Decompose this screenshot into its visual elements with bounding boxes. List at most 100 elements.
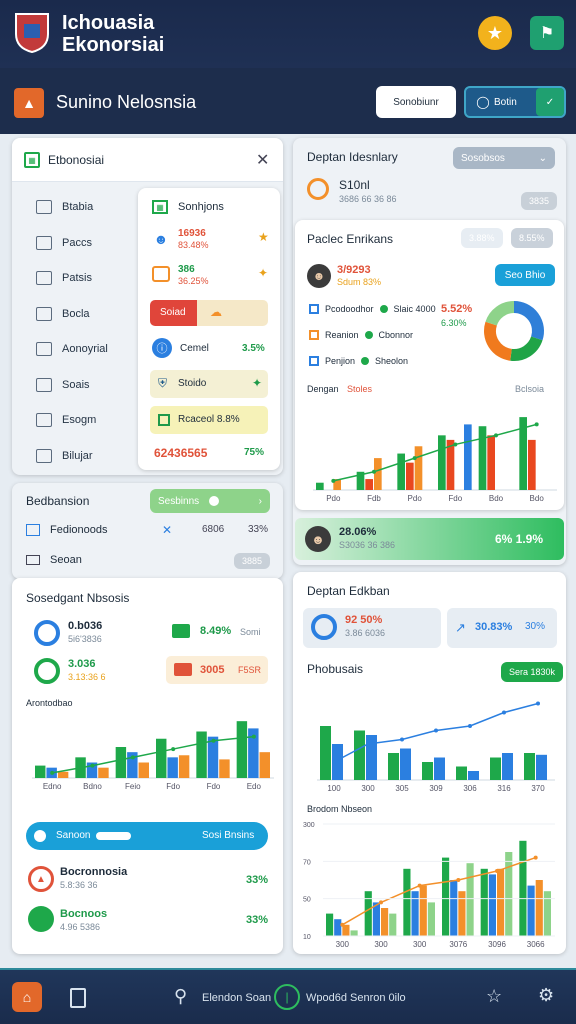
legend-item: Reanion Cbonnor [309,330,439,340]
bar [487,435,495,490]
panel-row-pct: 3.5% [242,343,265,354]
sidebar-item-label: Btabia [62,200,94,213]
panel-row-3[interactable]: Soiad ☁ [150,300,268,326]
bar [466,863,474,936]
trend-point [130,755,135,760]
kpi-value: 92 50% [345,614,383,626]
trend-point [468,724,472,728]
toggle-button[interactable]: ◯ Botin ✓ [464,86,566,118]
close-icon[interactable]: ✕ [162,523,172,537]
footer-right: 6% 1.9% [495,532,544,546]
sidebar-item[interactable]: Patsis [36,271,92,285]
ring-icon [34,658,60,684]
hero-value: 3/9293 [337,264,371,276]
bar [35,765,46,778]
panel-row-1[interactable]: ☻ 16936 83.48% ★ [150,228,270,256]
ring-icon [34,620,60,646]
footer-value: 28.06% [339,526,377,538]
bar [350,930,358,936]
kpi-card-2[interactable]: ↗ 30.83% 30% [447,608,557,648]
x-tick-label: 300 [361,784,375,793]
panel-row-value: Cemel [180,343,209,354]
bar [167,757,178,778]
footer-banner[interactable]: ☻ 28.06% S3036 36 386 6% 1.9% [295,518,564,560]
bar [456,766,467,780]
sparkle-icon: ✦ [258,266,269,280]
sidebar-item[interactable]: Soais [36,377,90,392]
loading-icon[interactable]: | [274,984,300,1010]
panel-row-6[interactable]: Rcaceol 8.8% [150,406,268,434]
trend-point [453,442,458,447]
chat-icon [36,342,52,356]
bar [422,762,433,780]
chart1-badge[interactable]: Sera 1830k [501,662,564,682]
sidebar-item-label: Bilujar [62,449,93,462]
info-icon: ⓘ [152,338,172,358]
y-tick-label: 50 [303,897,311,904]
x-tick-label: Bdo [530,494,545,503]
panel-row-2[interactable]: 386 36.25% ✦ [150,264,270,292]
sidebar-item[interactable]: Bocla [36,306,90,321]
search-label[interactable]: Elendon Soan [202,992,271,1004]
search-icon[interactable] [307,178,329,200]
home-crest-icon[interactable]: ⌂ [12,982,42,1012]
hero-button[interactable]: Seo Bhio [495,264,555,286]
calendar-icon [36,235,52,250]
star-icon[interactable]: ☆ [486,986,502,1007]
panel-row-pct: 75% [244,447,265,458]
bar [536,754,547,780]
kpi-card-1[interactable]: 92 50% 3.86 6036 [303,608,441,648]
primary-button[interactable]: Sonobiunr [376,86,456,118]
bar [434,757,445,780]
legend-swatch [309,304,319,314]
doc-icon[interactable] [70,988,86,1008]
x-tick-label: 300 [374,940,388,949]
sidebar-item[interactable]: Btabia [36,200,93,214]
filter-pill[interactable]: Sesbinns › [150,489,270,513]
x-tick-label: 300 [413,940,427,949]
x-tick-label: Fdo [207,782,221,791]
stat-value: 3.036 [68,658,96,670]
y-tick-label: 300 [303,822,315,829]
period-select[interactable]: Sosobsos ⌄ [453,147,555,169]
chevron-down-icon: ⌄ [538,152,547,164]
toggle-knob [209,496,220,506]
sidebar-item[interactable]: Paccs [36,235,92,250]
search-icon[interactable]: ⚲ [174,986,187,1007]
panel-row-value: 16936 [178,228,206,239]
toggle-icon: ◯ [476,95,490,109]
sidebar-item[interactable]: Bilujar [36,448,93,463]
trophy-icon[interactable]: ★ [478,16,512,50]
trend-point [332,760,336,764]
panel-row-5[interactable]: ⛨ Stoido ✦ [150,370,268,398]
panel-row-7[interactable]: 62436565 75% [150,442,270,464]
close-icon[interactable]: ✕ [256,150,269,170]
chart-panel: Paclec Enrikans 3.88% 8.55% ☻ 3/9293 Sdu… [295,220,564,510]
donut-slice [513,301,544,341]
sidebar-item[interactable]: Esogm [36,413,96,427]
tools-icon [36,306,52,321]
tag-icon [172,624,190,638]
gear-icon[interactable]: ⚙ [538,985,554,1006]
flag-badge-icon[interactable]: ⚑ [530,16,564,50]
panel-row-value: 62436565 [154,446,208,460]
app-header: Ichouasia Ekonorsiai ★ ⚑ [0,0,576,68]
book-icon [36,413,52,427]
ring-icon [311,614,337,640]
shield-icon: ⛨ [158,376,168,390]
x-tick-label: 3096 [488,940,506,949]
x-tick-label: Fdo [166,782,180,791]
bar [442,857,450,936]
bar [320,726,331,780]
image-icon [26,524,40,536]
sidebar-item[interactable]: Aonoyrial [36,342,108,356]
kpi-value: 30.83% [475,621,513,633]
chart2-title: Brodom Nbseon [307,804,373,814]
trend-card: Deptan Edkban 92 50% 3.86 6036 ↗ 30.83% … [293,572,566,954]
chip-1: 3.88% [461,228,503,248]
hero-sub: Sdum 83% [337,277,382,287]
legend-label: Pcodoodhor [325,304,374,314]
panel-row-4[interactable]: ⓘ Cemel 3.5% [150,336,270,362]
bar [372,902,380,936]
progress-bar[interactable]: Sanoon Sosi Bnsins [26,822,268,850]
